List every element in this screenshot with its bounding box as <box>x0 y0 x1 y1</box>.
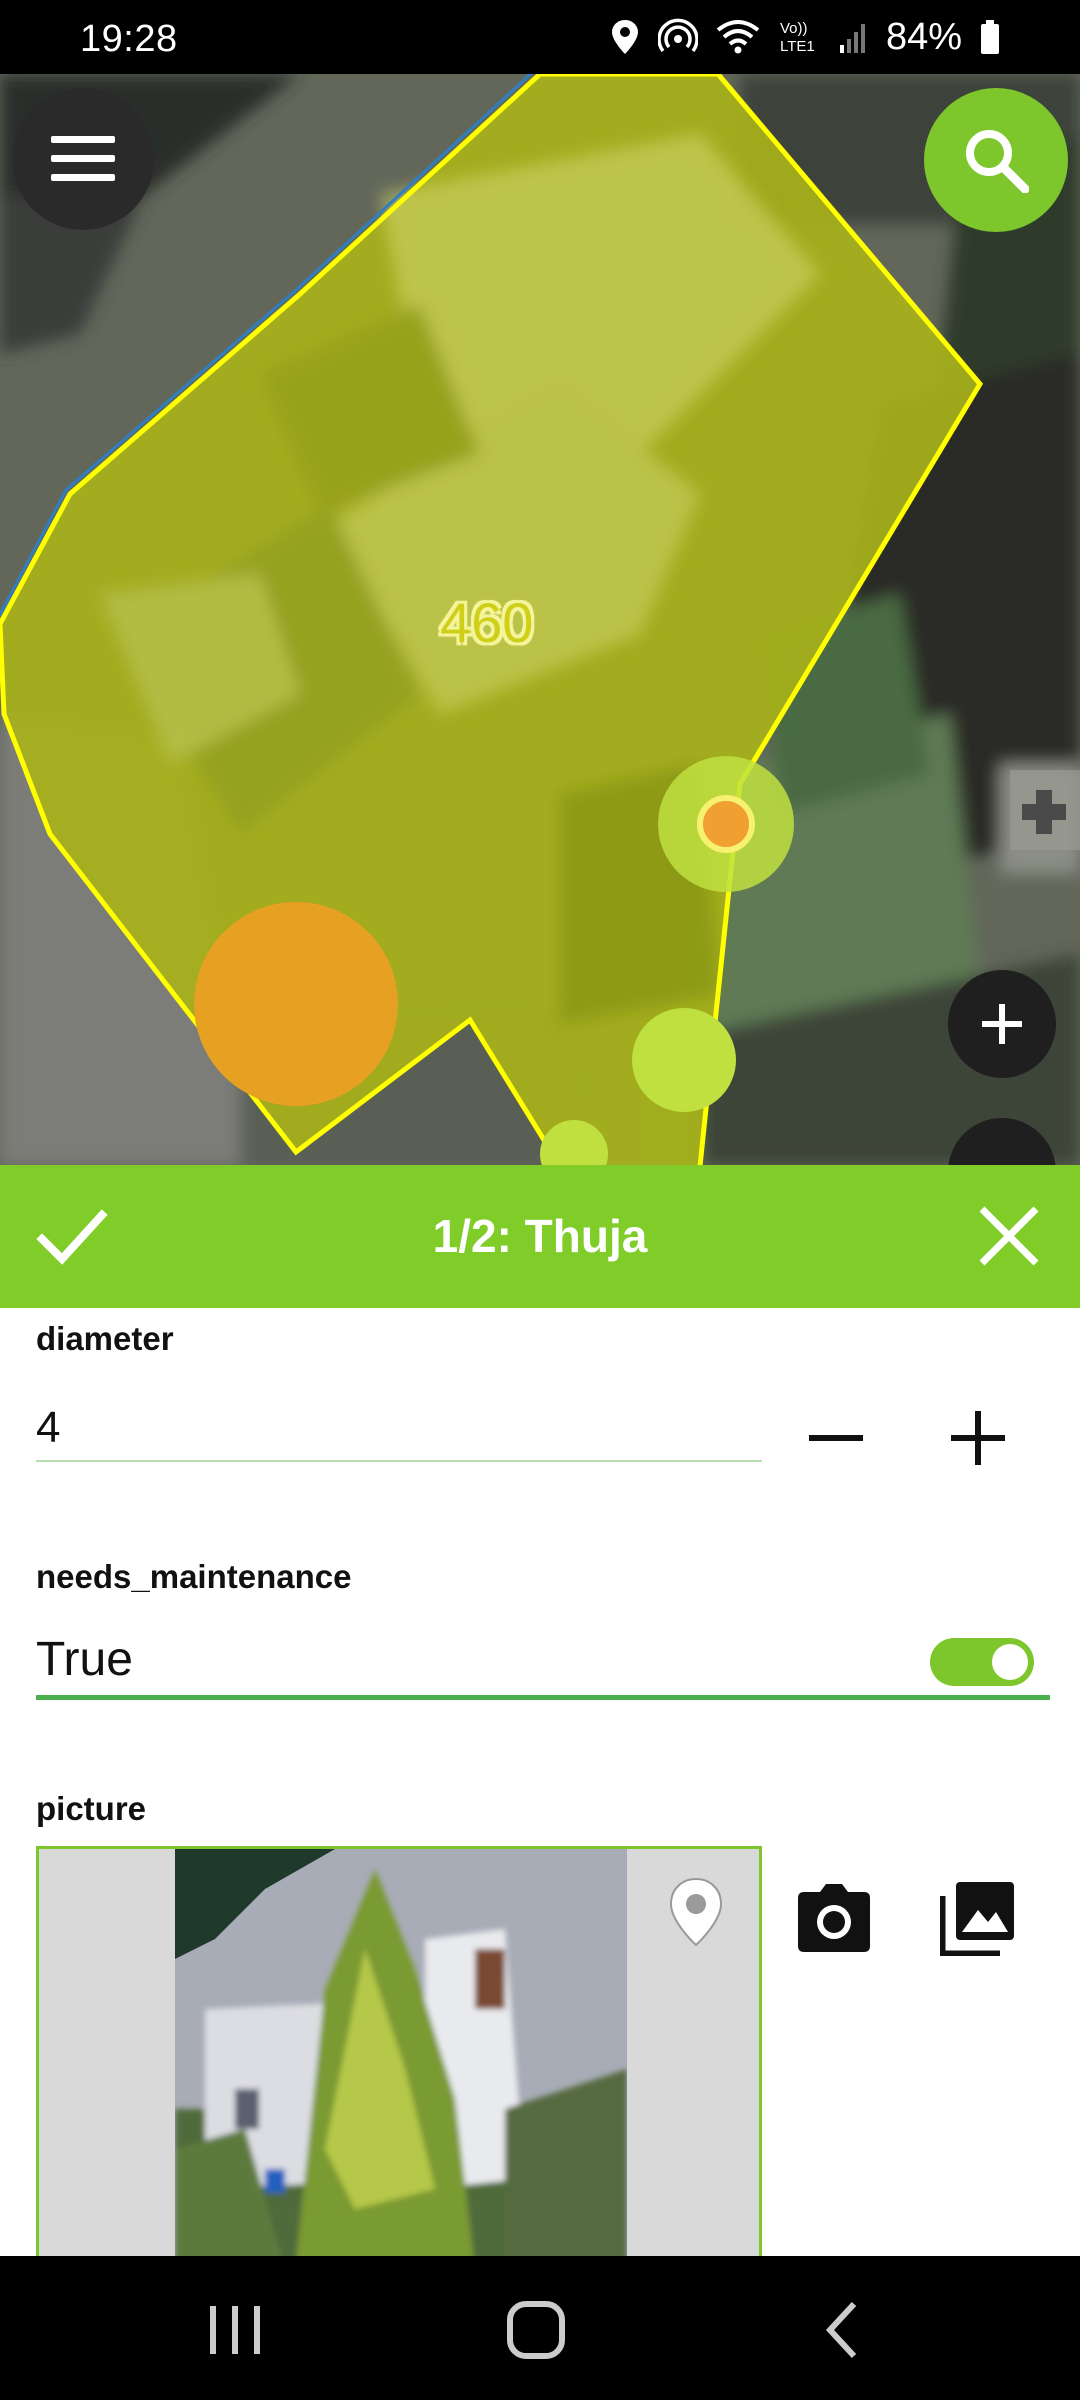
menu-button[interactable] <box>12 88 154 230</box>
switch-knob <box>992 1644 1028 1680</box>
diameter-decrement-button[interactable] <box>796 1398 876 1478</box>
map-view[interactable] <box>0 74 1080 1166</box>
map-canvas[interactable] <box>0 74 1080 1166</box>
hotspot-icon <box>657 18 698 53</box>
menu-icon <box>51 136 115 181</box>
search-button[interactable] <box>924 88 1068 232</box>
minus-icon <box>809 1435 863 1441</box>
zoom-in-button[interactable] <box>948 970 1056 1078</box>
navigation-bar <box>0 2256 1080 2400</box>
tree-photo[interactable] <box>175 1849 627 2256</box>
attribute-form[interactable]: diameter needs_maintenance True picture <box>0 1308 1080 2256</box>
photo-image <box>175 1849 627 2256</box>
svg-text:LTE1: LTE1 <box>780 38 815 55</box>
diameter-label: diameter <box>36 1320 174 1357</box>
geotag-pin-icon[interactable] <box>667 1877 725 1947</box>
volte-icon: Vo)) LTE1 <box>780 20 815 55</box>
map-point-green[interactable] <box>632 1008 736 1112</box>
map-point-selected-center[interactable] <box>697 795 755 853</box>
form-title-bar: 1/2: Thuja <box>0 1165 1080 1308</box>
gallery-icon[interactable] <box>940 1880 1016 1956</box>
recent-apps-icon[interactable] <box>200 2294 270 2364</box>
map-marker-partial <box>1010 770 1080 850</box>
plus-icon <box>982 1004 1022 1044</box>
location-icon <box>611 20 638 54</box>
search-icon <box>966 130 1029 193</box>
home-icon[interactable] <box>502 2294 572 2364</box>
camera-icon[interactable] <box>796 1880 872 1956</box>
status-bar: 19:28 Vo)) LTE1 84% <box>0 0 1080 74</box>
picture-label: picture <box>36 1790 147 1827</box>
form-title: 1/2: Thuja <box>432 1210 648 1262</box>
picture-preview[interactable] <box>36 1846 762 2256</box>
status-icons: Vo)) LTE1 84% <box>610 14 1000 60</box>
plus-icon <box>951 1411 1005 1465</box>
battery-icon <box>981 20 999 54</box>
status-time: 19:28 <box>80 18 178 60</box>
needs-maintenance-switch[interactable] <box>930 1638 1034 1686</box>
signal-icon <box>839 24 865 53</box>
battery-text: 84% <box>885 15 962 58</box>
wifi-icon <box>716 20 760 54</box>
map-point-orange-large[interactable] <box>194 902 398 1106</box>
needs-maintenance-value: True <box>36 1633 133 1686</box>
back-icon[interactable] <box>808 2294 878 2364</box>
diameter-increment-button[interactable] <box>938 1398 1018 1478</box>
needs-maintenance-label: needs_maintenance <box>36 1558 352 1595</box>
polygon-label: 460 <box>440 591 534 654</box>
screen: 19:28 Vo)) LTE1 84% 460 1/2: Thuja diame… <box>0 0 1080 2400</box>
needs-maintenance-field[interactable]: True <box>36 1628 1050 1700</box>
diameter-input[interactable] <box>36 1396 762 1462</box>
close-icon[interactable] <box>976 1203 1042 1269</box>
svg-text:Vo)): Vo)) <box>780 20 808 37</box>
